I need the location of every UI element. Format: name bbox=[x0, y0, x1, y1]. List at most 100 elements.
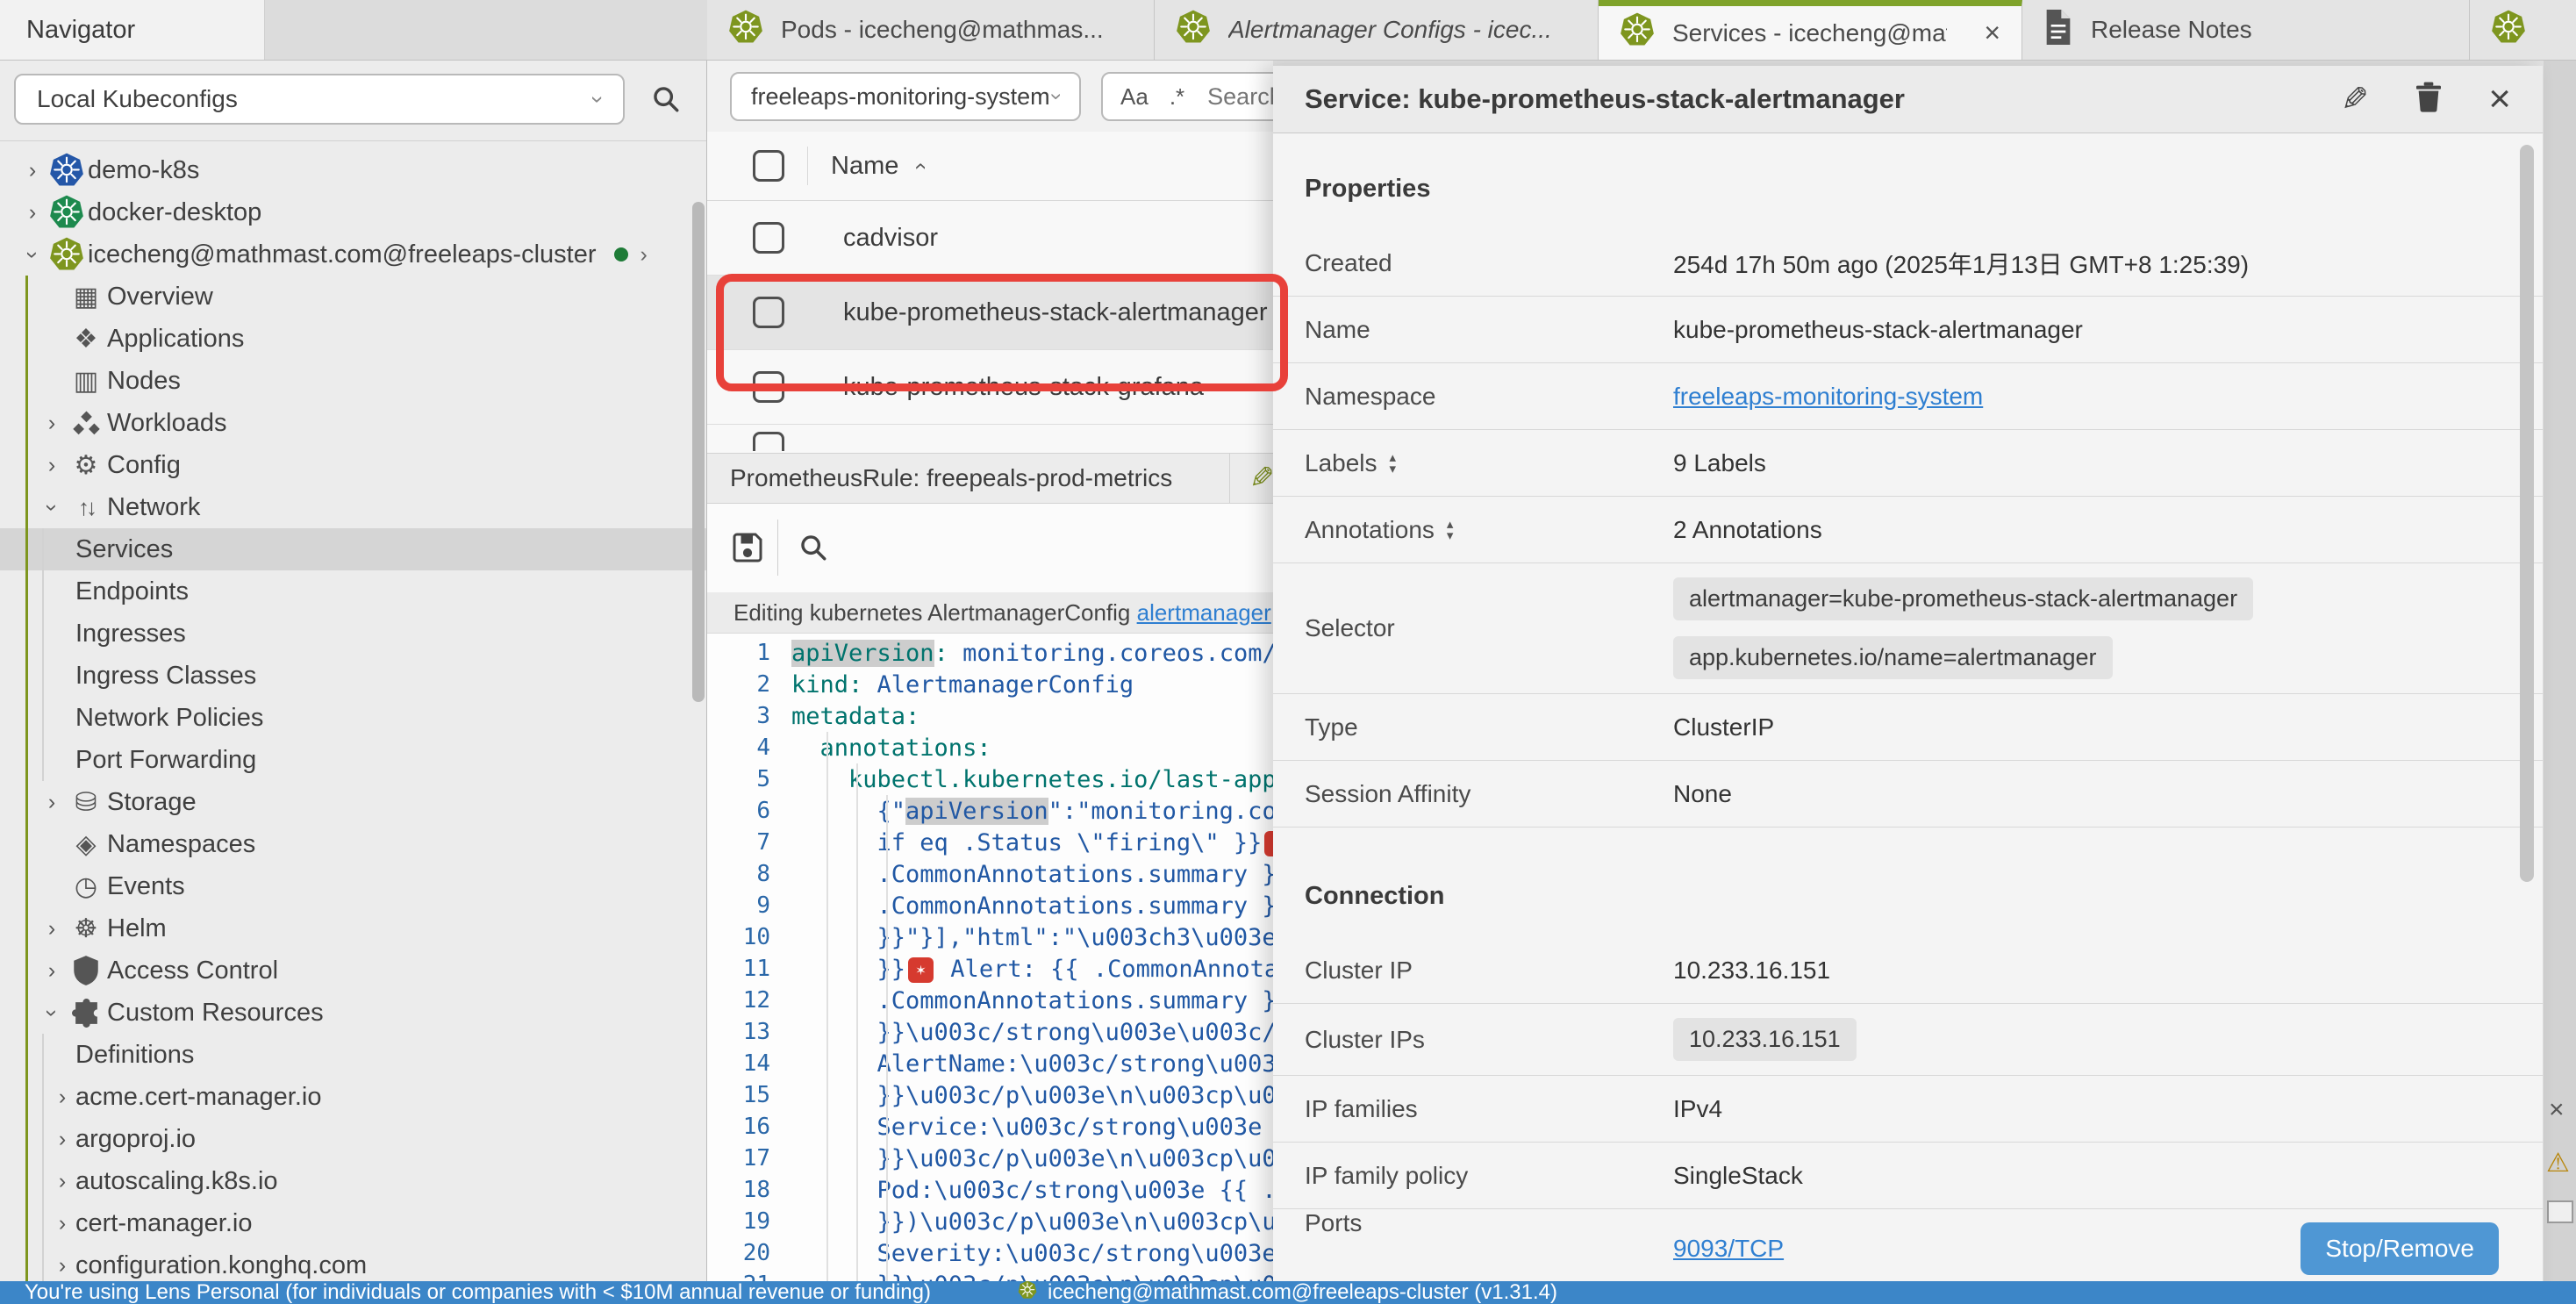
chevron-right-icon[interactable]: › bbox=[640, 242, 648, 268]
edit-icon[interactable]: ✎ bbox=[1249, 461, 1275, 496]
cluster-tabs: Pods - icecheng@mathmas...Alertmanager C… bbox=[707, 0, 2576, 60]
stop-remove-button[interactable]: Stop/Remove bbox=[2301, 1222, 2499, 1275]
code-line: 12 .CommonAnnotations.summary }} bbox=[707, 985, 1273, 1016]
detail-label[interactable]: Labels▴▾ bbox=[1305, 449, 1673, 477]
delete-icon[interactable] bbox=[2415, 81, 2443, 118]
chevron-right-icon[interactable]: › bbox=[19, 200, 46, 226]
chevron-down-icon[interactable]: › bbox=[39, 1000, 65, 1026]
chevron-right-icon[interactable]: › bbox=[49, 1127, 75, 1152]
sidebar-item-network[interactable]: ›↑↓Network bbox=[0, 486, 706, 528]
sidebar-item-network-policies[interactable]: Network Policies bbox=[0, 697, 706, 739]
sidebar-item-argoproj-io[interactable]: ›argoproj.io bbox=[0, 1118, 706, 1160]
sidebar-item-config[interactable]: ›⚙Config bbox=[0, 444, 706, 486]
sidebar-item-services[interactable]: Services bbox=[0, 528, 706, 570]
port-link[interactable]: 9093/TCP bbox=[1673, 1235, 1784, 1263]
tab-partial[interactable] bbox=[2470, 0, 2576, 60]
sort-icon[interactable]: ▴▾ bbox=[1390, 452, 1397, 475]
tab-services-icecheng-math[interactable]: Services - icecheng@math...× bbox=[1599, 0, 2022, 60]
sidebar-item-port-forwarding[interactable]: Port Forwarding bbox=[0, 739, 706, 781]
regex-toggle[interactable]: .* bbox=[1170, 83, 1184, 111]
table-row-cadvisor[interactable]: cadvisor bbox=[707, 201, 1273, 276]
yaml-editor[interactable]: 1apiVersion: monitoring.coreos.com/v12ki… bbox=[707, 634, 1273, 1281]
code-text: }}\u003c/p\u003e\n\u003cp\u003 bbox=[791, 1082, 1273, 1109]
code-text: kind: AlertmanagerConfig bbox=[791, 671, 1134, 699]
chevron-right-icon[interactable]: › bbox=[39, 916, 65, 942]
chevron-right-icon[interactable]: › bbox=[39, 453, 65, 478]
sidebar-item-ingresses[interactable]: Ingresses bbox=[0, 613, 706, 655]
sidebar-item-definitions[interactable]: Definitions bbox=[0, 1034, 706, 1076]
active-cluster-status[interactable]: icecheng@mathmast.com@freeleaps-cluster … bbox=[1018, 1281, 1557, 1304]
service-name: cadvisor bbox=[843, 224, 938, 253]
sidebar-item-applications[interactable]: ❖Applications bbox=[0, 318, 706, 360]
annotation-box bbox=[716, 274, 1288, 391]
sidebar-item-custom-resources[interactable]: ›Custom Resources bbox=[0, 992, 706, 1034]
section-heading-properties: Properties bbox=[1273, 134, 2543, 230]
sidebar-item-docker-desktop[interactable]: ›docker-desktop bbox=[0, 191, 706, 233]
close-icon[interactable]: × bbox=[2488, 80, 2511, 118]
sidebar-item-icecheng-mathmast-com-freeleaps-cluster[interactable]: ›icecheng@mathmast.com@freeleaps-cluster… bbox=[0, 233, 706, 276]
code-line: 1apiVersion: monitoring.coreos.com/v1 bbox=[707, 637, 1273, 669]
chevron-down-icon[interactable]: › bbox=[19, 242, 46, 268]
chevron-right-icon[interactable]: › bbox=[49, 1253, 75, 1279]
alarm-emoji: ✶ bbox=[908, 957, 934, 983]
sidebar-item-nodes[interactable]: ▥Nodes bbox=[0, 360, 706, 402]
sort-icon[interactable]: ▴▾ bbox=[1447, 519, 1454, 541]
search-icon[interactable] bbox=[651, 84, 681, 118]
code-line: 19 }})\u003c/p\u003e\n\u003cp\u00 bbox=[707, 1206, 1273, 1237]
select-all-checkbox[interactable] bbox=[753, 150, 784, 182]
namespace-select[interactable]: freeleaps-monitoring-system › bbox=[730, 72, 1081, 121]
sidebar-item-access-control[interactable]: ›Access Control bbox=[0, 949, 706, 992]
tab-release-notes[interactable]: Release Notes bbox=[2022, 0, 2470, 60]
column-header-name[interactable]: Name bbox=[831, 152, 898, 181]
chevron-right-icon[interactable]: › bbox=[39, 958, 65, 984]
kubeconfig-select[interactable]: Local Kubeconfigs › bbox=[14, 74, 625, 125]
sort-asc-icon[interactable]: › bbox=[907, 162, 933, 169]
editor-toolbar bbox=[707, 504, 1273, 593]
chevron-right-icon[interactable]: › bbox=[39, 790, 65, 815]
tab-alertmanager-configs-icec[interactable]: Alertmanager Configs - icec... bbox=[1155, 0, 1599, 60]
close-icon[interactable]: × bbox=[1984, 17, 2000, 49]
row-checkbox[interactable] bbox=[753, 222, 784, 254]
edit-icon[interactable]: ✎ bbox=[2341, 80, 2369, 119]
namespace-select-value: freeleaps-monitoring-system bbox=[751, 83, 1050, 111]
kubernetes-icon bbox=[1176, 10, 1211, 51]
detail-link[interactable]: freeleaps-monitoring-system bbox=[1673, 383, 1983, 411]
chevron-down-icon[interactable]: › bbox=[39, 495, 65, 520]
match-case-toggle[interactable]: Aa bbox=[1120, 83, 1148, 111]
chevron-right-icon[interactable]: › bbox=[49, 1085, 75, 1110]
sidebar-item-storage[interactable]: ›⛁Storage bbox=[0, 781, 706, 823]
sidebar-item-endpoints[interactable]: Endpoints bbox=[0, 570, 706, 613]
line-number: 19 bbox=[707, 1208, 791, 1235]
detail-label[interactable]: Annotations▴▾ bbox=[1305, 516, 1673, 544]
chevron-right-icon[interactable]: › bbox=[49, 1169, 75, 1194]
sidebar-item-events[interactable]: ◷Events bbox=[0, 865, 706, 907]
chevron-right-icon[interactable]: › bbox=[39, 411, 65, 436]
detail-row-name: Namekube-prometheus-stack-alertmanager bbox=[1273, 297, 2543, 363]
search-icon[interactable] bbox=[798, 533, 828, 567]
chevron-right-icon[interactable]: › bbox=[19, 158, 46, 183]
sidebar-item-overview[interactable]: ▦Overview bbox=[0, 276, 706, 318]
sidebar-item-acme-cert-manager-io[interactable]: ›acme.cert-manager.io bbox=[0, 1076, 706, 1118]
save-icon[interactable] bbox=[732, 532, 763, 568]
sidebar-item-helm[interactable]: ›☸Helm bbox=[0, 907, 706, 949]
kubernetes-icon bbox=[46, 237, 88, 272]
sidebar-item-label: Ingress Classes bbox=[75, 662, 256, 691]
details-scrollbar[interactable] bbox=[2520, 145, 2534, 882]
code-line: 18 Pod:\u003c/strong\u003e {{ .Co bbox=[707, 1174, 1273, 1206]
code-text: {"apiVersion":"monitoring.core bbox=[791, 798, 1273, 825]
sidebar-item-demo-k8s[interactable]: ›demo-k8s bbox=[0, 149, 706, 191]
sidebar-item-workloads[interactable]: ›Workloads bbox=[0, 402, 706, 444]
sidebar-item-namespaces[interactable]: ◈Namespaces bbox=[0, 823, 706, 865]
tab-pods-icecheng-mathmas[interactable]: Pods - icecheng@mathmas... bbox=[707, 0, 1155, 60]
sidebar-item-configuration-konghq-com[interactable]: ›configuration.konghq.com bbox=[0, 1244, 706, 1281]
sidebar-item-ingress-classes[interactable]: Ingress Classes bbox=[0, 655, 706, 697]
indent-guide bbox=[886, 795, 888, 1281]
chevron-right-icon[interactable]: › bbox=[49, 1211, 75, 1236]
navigator-panel-tab[interactable]: Navigator bbox=[0, 0, 265, 60]
editor-context-link[interactable]: alertmanager bbox=[1137, 599, 1271, 627]
row-checkbox[interactable] bbox=[753, 432, 784, 451]
sidebar-scrollbar[interactable] bbox=[692, 202, 705, 702]
sidebar-item-cert-manager-io[interactable]: ›cert-manager.io bbox=[0, 1202, 706, 1244]
table-row-partial[interactable] bbox=[707, 425, 1273, 451]
sidebar-item-autoscaling-k8s-io[interactable]: ›autoscaling.k8s.io bbox=[0, 1160, 706, 1202]
